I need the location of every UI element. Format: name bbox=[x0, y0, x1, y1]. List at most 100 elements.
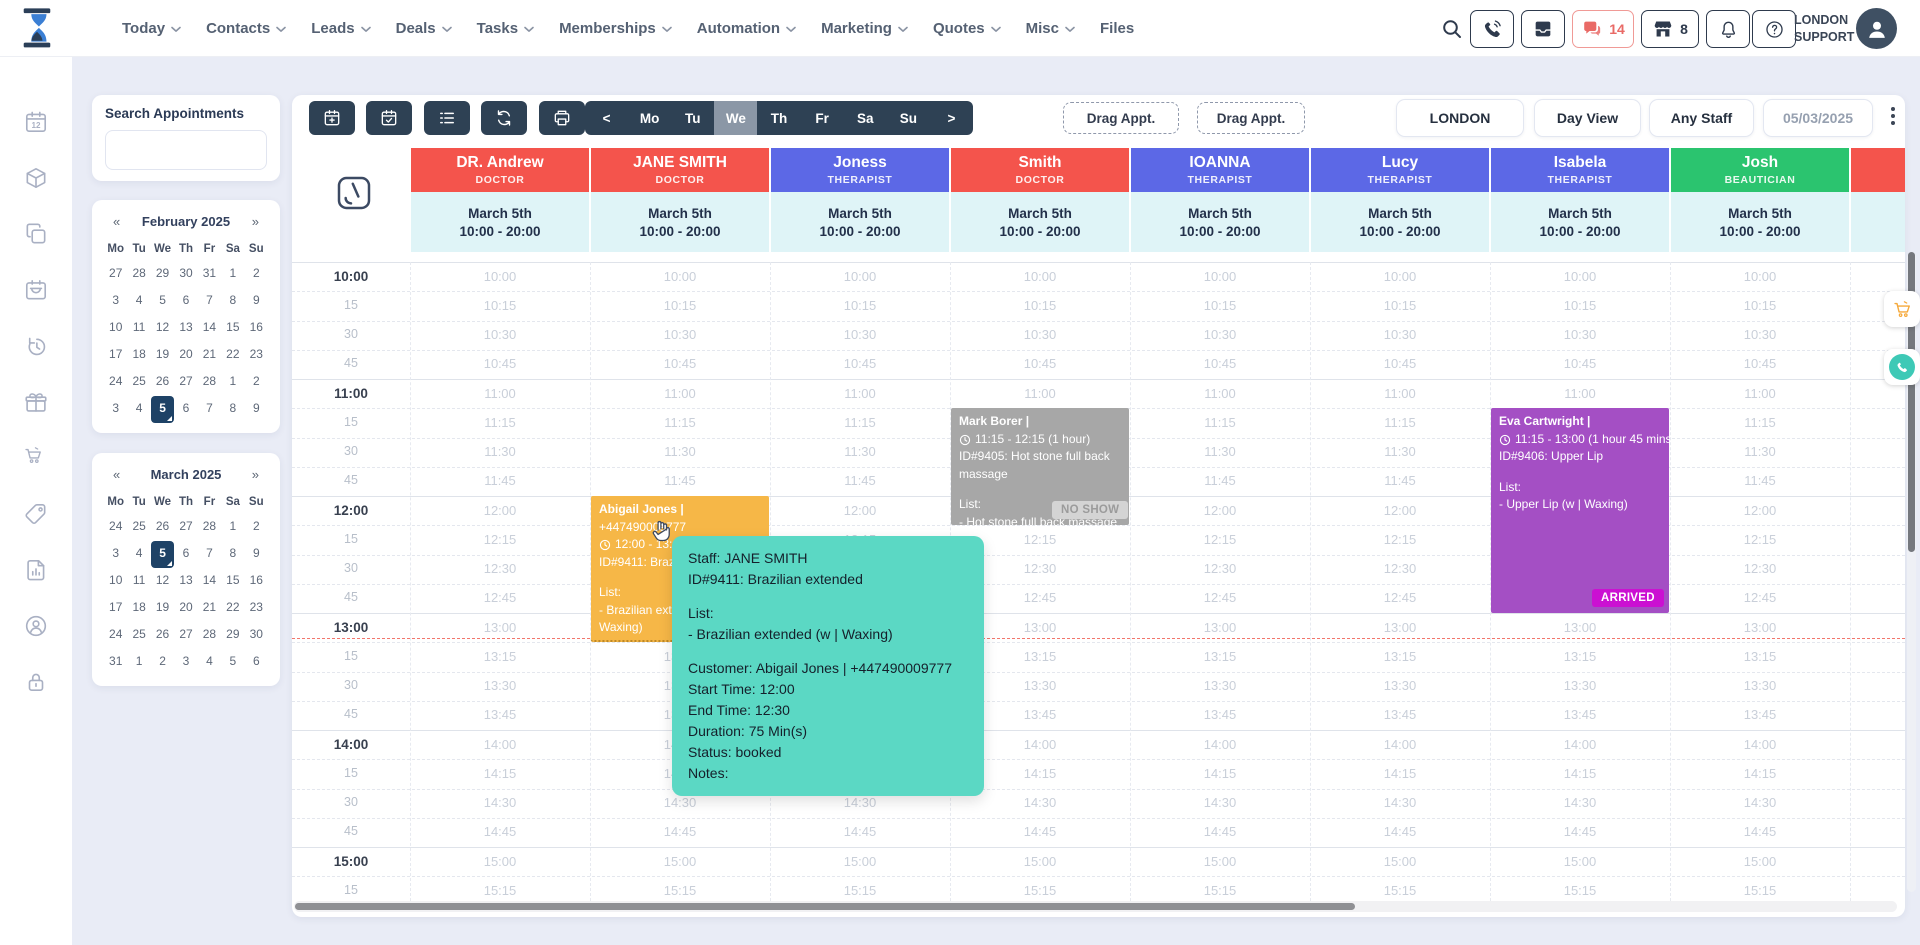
slot-cell[interactable]: 12:00 bbox=[1130, 503, 1310, 518]
day-cell[interactable]: 12 bbox=[151, 568, 174, 595]
slot-cell[interactable]: 14:15 bbox=[410, 766, 590, 781]
day-cell[interactable]: 3 bbox=[104, 396, 127, 423]
slot-cell[interactable]: 11:30 bbox=[770, 444, 950, 459]
next-month-button[interactable]: » bbox=[249, 214, 262, 229]
sidebar-cart-icon[interactable] bbox=[23, 445, 49, 471]
slot-cell[interactable]: 13:00 bbox=[1850, 620, 1905, 635]
day-cell[interactable]: 17 bbox=[104, 342, 127, 369]
slot-cell[interactable]: 10:45 bbox=[1130, 356, 1310, 371]
slot-cell[interactable]: 12:00 bbox=[410, 503, 590, 518]
slot-cell[interactable]: 12:30 bbox=[410, 561, 590, 576]
slot-cell[interactable]: 12:30 bbox=[1670, 561, 1850, 576]
slot-cell[interactable]: 10:30 bbox=[1670, 327, 1850, 342]
slot-cell[interactable]: 15:15 bbox=[1310, 883, 1490, 898]
slot-cell[interactable]: 10:45 bbox=[1310, 356, 1490, 371]
slot-cell[interactable]: 11:15 bbox=[1130, 415, 1310, 430]
day-cell[interactable]: 21 bbox=[198, 595, 221, 622]
day-cell[interactable]: 25 bbox=[127, 369, 150, 396]
call-fab-button[interactable] bbox=[1884, 349, 1920, 385]
slot-cell[interactable]: 14:15 bbox=[1130, 766, 1310, 781]
slot-cell[interactable]: 11:15 bbox=[1310, 415, 1490, 430]
slot-cell[interactable]: 14:45 bbox=[410, 824, 590, 839]
slot-cell[interactable]: 14:15 bbox=[1850, 766, 1905, 781]
day-cell[interactable]: 1 bbox=[127, 649, 150, 676]
day-cell[interactable]: 28 bbox=[198, 514, 221, 541]
day-cell[interactable]: 5 bbox=[221, 649, 244, 676]
day-cell[interactable]: 1 bbox=[221, 369, 244, 396]
day-cell[interactable]: 12 bbox=[151, 315, 174, 342]
slot-cell[interactable]: 11:30 bbox=[1130, 444, 1310, 459]
slot-cell[interactable]: 13:15 bbox=[410, 649, 590, 664]
day-cell[interactable]: 22 bbox=[221, 595, 244, 622]
slot-cell[interactable]: 14:45 bbox=[1670, 824, 1850, 839]
day-segment-fr[interactable]: Fr bbox=[801, 101, 844, 135]
nav-item-automation[interactable]: Automation bbox=[697, 20, 796, 37]
day-cell[interactable]: 17 bbox=[104, 595, 127, 622]
slot-cell[interactable]: 10:45 bbox=[770, 356, 950, 371]
slot-cell[interactable]: 11:15 bbox=[1670, 415, 1850, 430]
staff-header-lucy[interactable]: LucyTHERAPIST bbox=[1311, 148, 1489, 192]
slot-cell[interactable]: 13:15 bbox=[1670, 649, 1850, 664]
appointment-list-button[interactable] bbox=[424, 101, 470, 135]
slot-cell[interactable]: 11:00 bbox=[770, 386, 950, 401]
slot-cell[interactable]: 10:15 bbox=[1490, 298, 1670, 313]
date-picker[interactable]: 05/03/2025 bbox=[1763, 99, 1873, 137]
slot-cell[interactable]: 14:15 bbox=[1490, 766, 1670, 781]
day-cell[interactable]: 24 bbox=[104, 622, 127, 649]
slot-cell[interactable]: 10:45 bbox=[410, 356, 590, 371]
day-cell[interactable]: 13 bbox=[174, 568, 197, 595]
slot-cell[interactable]: 12:00 bbox=[770, 503, 950, 518]
slot-cell[interactable]: 11:45 bbox=[590, 473, 770, 488]
day-cell[interactable]: 1 bbox=[221, 514, 244, 541]
new-appointment-button[interactable] bbox=[309, 101, 355, 135]
slot-cell[interactable]: 13:30 bbox=[410, 678, 590, 693]
cart-fab-button[interactable] bbox=[1884, 291, 1920, 327]
slot-cell[interactable]: 12:45 bbox=[1670, 590, 1850, 605]
slot-cell[interactable]: 13:15 bbox=[1850, 649, 1905, 664]
slot-cell[interactable]: 15:15 bbox=[1130, 883, 1310, 898]
day-segment-tu[interactable]: Tu bbox=[671, 101, 714, 135]
slot-cell[interactable]: 11:00 bbox=[1490, 386, 1670, 401]
slot-cell[interactable]: 12:30 bbox=[1850, 561, 1905, 576]
slot-cell[interactable]: 15:00 bbox=[1850, 854, 1905, 869]
app-logo[interactable] bbox=[18, 7, 56, 50]
slot-cell[interactable]: 12:45 bbox=[1130, 590, 1310, 605]
slot-cell[interactable]: 14:45 bbox=[1310, 824, 1490, 839]
slot-cell[interactable]: 14:30 bbox=[410, 795, 590, 810]
nav-item-deals[interactable]: Deals bbox=[396, 20, 452, 37]
slot-cell[interactable]: 12:45 bbox=[410, 590, 590, 605]
day-cell[interactable]: 3 bbox=[174, 649, 197, 676]
slot-cell[interactable]: 13:45 bbox=[1310, 707, 1490, 722]
slot-cell[interactable]: 10:15 bbox=[770, 298, 950, 313]
sidebar-contact-icon[interactable] bbox=[23, 613, 49, 639]
day-cell[interactable]: 4 bbox=[127, 396, 150, 423]
slot-cell[interactable]: 11:45 bbox=[1130, 473, 1310, 488]
staff-header-josh[interactable]: JoshBEAUTICIAN bbox=[1671, 148, 1849, 192]
slot-cell[interactable]: 11:00 bbox=[1670, 386, 1850, 401]
slot-cell[interactable]: 10:30 bbox=[1310, 327, 1490, 342]
nav-item-marketing[interactable]: Marketing bbox=[821, 20, 908, 37]
search-icon[interactable] bbox=[1440, 17, 1464, 41]
chat-button[interactable]: 14 bbox=[1572, 10, 1634, 48]
slot-cell[interactable]: 12:00 bbox=[1310, 503, 1490, 518]
store-button[interactable]: 8 bbox=[1641, 10, 1699, 48]
slot-cell[interactable]: 12:15 bbox=[1670, 532, 1850, 547]
staff-header-partial[interactable] bbox=[1851, 148, 1905, 192]
day-cell[interactable]: 27 bbox=[174, 369, 197, 396]
slot-cell[interactable]: 14:45 bbox=[1850, 824, 1905, 839]
day-cell[interactable]: 6 bbox=[174, 288, 197, 315]
sidebar-history-icon[interactable] bbox=[23, 333, 49, 359]
slot-cell[interactable]: 10:00 bbox=[590, 269, 770, 284]
day-cell[interactable]: 2 bbox=[245, 261, 268, 288]
slot-cell[interactable]: 10:45 bbox=[1670, 356, 1850, 371]
day-cell[interactable]: 4 bbox=[127, 288, 150, 315]
sidebar-report-icon[interactable] bbox=[23, 557, 49, 583]
day-cell[interactable]: 6 bbox=[245, 649, 268, 676]
slot-cell[interactable]: 14:45 bbox=[1490, 824, 1670, 839]
prev-day-button[interactable]: < bbox=[585, 101, 628, 135]
day-cell[interactable]: 7 bbox=[198, 288, 221, 315]
search-appointments-input[interactable] bbox=[105, 130, 267, 170]
slot-cell[interactable]: 14:00 bbox=[1850, 737, 1905, 752]
day-cell[interactable]: 13 bbox=[174, 315, 197, 342]
day-cell[interactable]: 8 bbox=[221, 288, 244, 315]
